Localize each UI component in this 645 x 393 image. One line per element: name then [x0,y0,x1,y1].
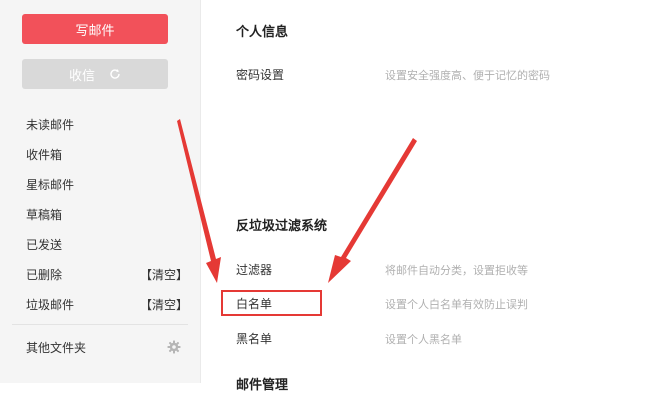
folder-sent[interactable]: 已发送 [0,230,200,260]
folder-label: 已删除 [26,268,63,282]
blacklist-link[interactable]: 黑名单 [236,330,272,347]
folder-label: 草稿箱 [26,208,63,222]
folder-label: 星标邮件 [26,178,75,192]
receive-button-label: 收信 [68,68,95,84]
refresh-icon[interactable] [109,68,121,80]
folder-label: 收件箱 [26,148,63,162]
folder-list: 未读邮件 收件箱 星标邮件 草稿箱 已发送 已删除 【清空】 垃圾邮件 【清空】 [0,110,200,320]
folder-spam[interactable]: 垃圾邮件 【清空】 [0,290,200,320]
other-folders-link[interactable]: 其他文件夹 [26,338,86,358]
clear-deleted-link[interactable]: 【清空】 [140,260,188,290]
settings-panel: 个人信息 密码设置 设置安全强度高、便于记忆的密码 反垃圾过滤系统 过滤器 将邮… [201,0,645,393]
whitelist-highlight-box [221,290,322,316]
folder-drafts[interactable]: 草稿箱 [0,200,200,230]
folder-deleted[interactable]: 已删除 【清空】 [0,260,200,290]
gear-icon[interactable] [167,340,181,357]
clear-spam-link[interactable]: 【清空】 [140,290,188,320]
compose-button-label: 写邮件 [75,23,115,39]
filter-desc: 将邮件自动分类，设置拒收等 [385,264,528,277]
section-title-mail-manage: 邮件管理 [236,378,289,393]
password-settings-link[interactable]: 密码设置 [236,66,284,83]
sidebar-divider [12,324,188,325]
compose-button[interactable]: 写邮件 [22,14,168,44]
receive-mail-button[interactable]: 收信 [22,59,168,89]
folder-label: 已发送 [26,238,63,252]
folder-starred[interactable]: 星标邮件 [0,170,200,200]
folder-label: 未读邮件 [26,118,75,132]
sidebar: 写邮件 收信 未读邮件 收件箱 星标邮件 草稿箱 已发送 已删除 【清空】 垃圾… [0,0,201,383]
folder-unread[interactable]: 未读邮件 [0,110,200,140]
password-settings-desc: 设置安全强度高、便于记忆的密码 [385,69,550,82]
whitelist-desc: 设置个人白名单有效防止误判 [385,298,528,311]
section-title-personal: 个人信息 [236,25,289,40]
blacklist-desc: 设置个人黑名单 [385,333,462,346]
section-title-antispam: 反垃圾过滤系统 [236,219,328,234]
filter-link[interactable]: 过滤器 [236,261,272,278]
folder-label: 垃圾邮件 [26,298,75,312]
folder-inbox[interactable]: 收件箱 [0,140,200,170]
